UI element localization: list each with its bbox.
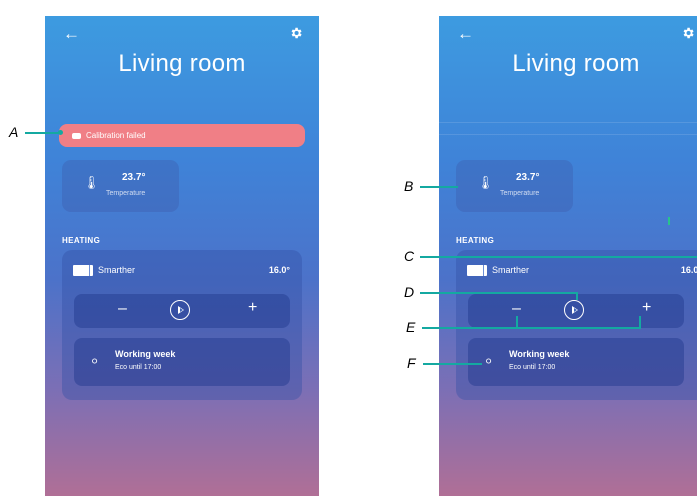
callout-label-f: F [407, 355, 416, 371]
battery-icon [72, 132, 81, 139]
temperature-value: 23.7° [122, 172, 146, 183]
divider [439, 134, 697, 135]
thermometer-icon: 🌡 [477, 175, 494, 190]
callout-label-d: D [404, 284, 415, 300]
callout-dot-a [58, 130, 63, 135]
gear-icon[interactable] [289, 26, 303, 40]
phone-screen-left: ← Living room Calibration failed 🌡 23.7°… [45, 16, 319, 496]
setpoint-value: 16.0° [680, 265, 697, 275]
program-name: Working week [115, 349, 176, 359]
back-arrow-icon[interactable]: ← [63, 24, 80, 44]
increase-button[interactable]: + [642, 299, 651, 317]
calibration-alert[interactable]: Calibration failed [59, 124, 305, 147]
thermostat-device-icon [467, 265, 487, 276]
page-title: Living room [512, 50, 640, 77]
program-row[interactable]: ⚪ Working week Eco until 17:00 [468, 338, 684, 386]
back-arrow-icon[interactable]: ← [457, 24, 474, 44]
callout-line-e-plus [639, 316, 641, 328]
heating-card: Smarther 16.0° – + ⚪ Working week Eco un… [62, 250, 302, 400]
callout-line-b [420, 186, 458, 188]
callout-line-d [420, 292, 578, 294]
divider [439, 122, 697, 123]
thermometer-icon: 🌡 [83, 175, 100, 190]
play-icon[interactable] [170, 300, 190, 320]
callout-line-d-drop [576, 292, 578, 300]
increase-button[interactable]: + [248, 299, 257, 317]
play-icon[interactable] [564, 300, 584, 320]
callout-line-e-minus [516, 316, 518, 328]
temperature-card[interactable]: 🌡 23.7° Temperature [456, 160, 573, 212]
callout-line-c [420, 256, 697, 258]
alert-text: Calibration failed [86, 131, 146, 140]
device-name[interactable]: Smarther [492, 265, 529, 275]
program-subtitle: Eco until 17:00 [115, 364, 162, 371]
gear-icon[interactable] [681, 26, 695, 40]
setpoint-value: 16.0° [268, 265, 290, 275]
temperature-label: Temperature [106, 190, 146, 197]
thermostat-device-icon [73, 265, 93, 276]
device-name[interactable]: Smarther [98, 265, 135, 275]
section-heading: HEATING [62, 236, 101, 245]
control-bar: – + [74, 294, 290, 328]
program-row[interactable]: ⚪ Working week Eco until 17:00 [74, 338, 290, 386]
decrease-button[interactable]: – [118, 300, 127, 318]
callout-line-a [25, 132, 61, 134]
temperature-card[interactable]: 🌡 23.7° Temperature [62, 160, 179, 212]
indicator-mark [668, 217, 670, 225]
callout-line-e [422, 327, 641, 329]
flame-icon: ⚪ [90, 356, 100, 368]
callout-label-b: B [404, 178, 414, 194]
heating-card: Smarther 16.0° – + ⚪ Working week Eco un… [456, 250, 697, 400]
program-subtitle: Eco until 17:00 [509, 364, 556, 371]
section-heading: HEATING [456, 236, 495, 245]
program-name: Working week [509, 349, 570, 359]
callout-label-a: A [9, 124, 19, 140]
temperature-label: Temperature [500, 190, 540, 197]
flame-icon: ⚪ [484, 356, 494, 368]
callout-label-e: E [406, 319, 416, 335]
callout-label-c: C [404, 248, 415, 264]
callout-line-f [423, 363, 482, 365]
page-title: Living room [118, 50, 246, 77]
temperature-value: 23.7° [516, 172, 540, 183]
